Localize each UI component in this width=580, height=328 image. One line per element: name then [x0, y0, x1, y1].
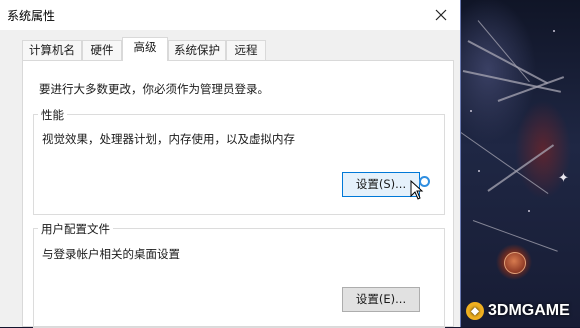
performance-group: 性能 视觉效果，处理器计划，内存使用，以及虚拟内存 设置(S)...: [33, 107, 445, 215]
title-bar[interactable]: 系统属性: [0, 0, 460, 30]
mouse-pointer-icon: [410, 180, 424, 200]
tab-remote[interactable]: 远程: [226, 40, 266, 60]
user-profiles-settings-button[interactable]: 设置(E)...: [342, 287, 420, 312]
performance-settings-button[interactable]: 设置(S)...: [342, 172, 420, 197]
performance-group-title: 性能: [38, 107, 67, 123]
tab-system-protection[interactable]: 系统保护: [168, 40, 226, 60]
watermark-text: 3DMGAME: [488, 302, 570, 319]
tab-advanced[interactable]: 高级: [122, 37, 168, 61]
watermark: ◆ 3DMGAME: [466, 300, 570, 322]
close-icon: [435, 9, 447, 21]
user-profiles-group: 用户配置文件 与登录帐户相关的桌面设置 设置(E)...: [33, 221, 445, 328]
tab-computer-name[interactable]: 计算机名: [22, 40, 82, 60]
3dm-logo-icon: ◆: [466, 302, 484, 320]
window-title: 系统属性: [7, 9, 56, 23]
close-button[interactable]: [426, 2, 456, 28]
tab-hardware[interactable]: 硬件: [82, 40, 122, 60]
admin-note: 要进行大多数更改，你必须作为管理员登录。: [39, 82, 269, 96]
user-profiles-description: 与登录帐户相关的桌面设置: [42, 247, 180, 261]
system-properties-dialog: 系统属性 计算机名 硬件 高级 系统保护 远程 要进行大多数更改，你必须作为管理…: [0, 0, 461, 328]
user-profiles-group-title: 用户配置文件: [38, 221, 113, 237]
advanced-tab-panel: 要进行大多数更改，你必须作为管理员登录。 性能 视觉效果，处理器计划，内存使用，…: [22, 60, 454, 328]
performance-description: 视觉效果，处理器计划，内存使用，以及虚拟内存: [42, 132, 295, 146]
desktop-wallpaper: ✦: [457, 0, 580, 327]
